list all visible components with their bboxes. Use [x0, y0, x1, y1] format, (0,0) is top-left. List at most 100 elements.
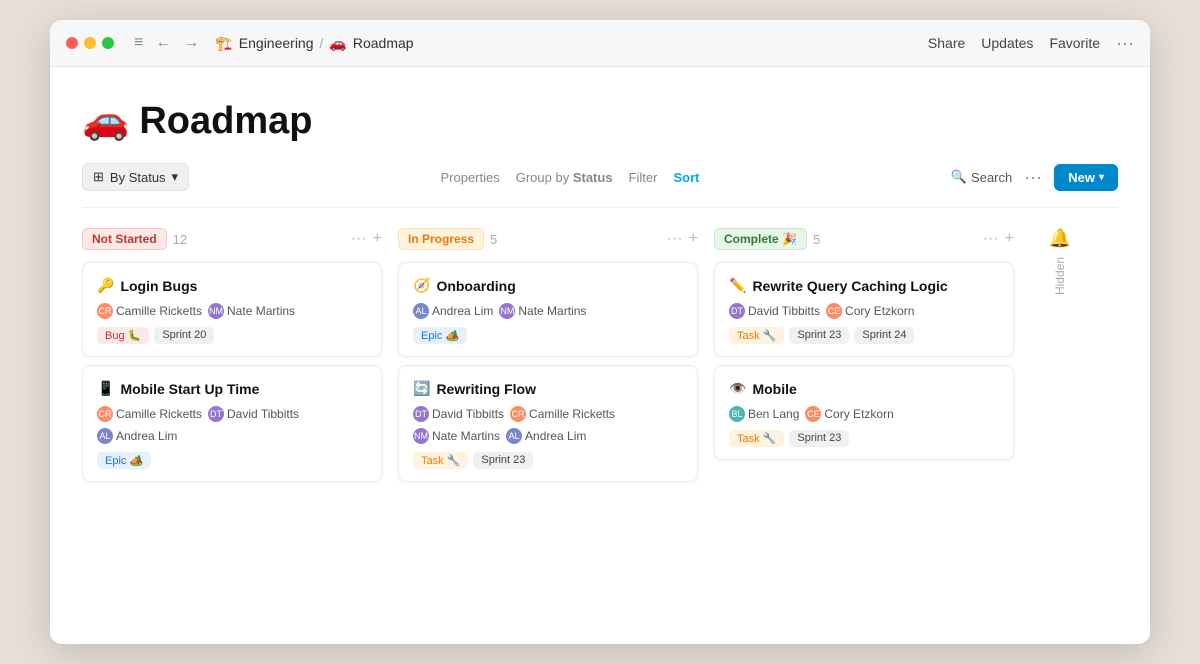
card-title-text: Mobile Start Up Time: [120, 381, 259, 397]
by-status-button[interactable]: ⊞ By Status ▾: [82, 163, 189, 191]
member-name: Nate Martins: [227, 304, 295, 318]
updates-button[interactable]: Updates: [981, 35, 1033, 51]
col-more-icon-complete[interactable]: ···: [983, 230, 999, 248]
search-area[interactable]: 🔍 Search: [951, 169, 1012, 185]
forward-button[interactable]: →: [179, 32, 203, 54]
card-icon: 🔄: [413, 380, 430, 397]
col-actions-in-progress[interactable]: ··· +: [667, 230, 698, 248]
maximize-button[interactable]: [102, 37, 114, 49]
card-member: CECory Etzkorn: [826, 303, 914, 319]
col-more-icon-not-started[interactable]: ···: [351, 230, 367, 248]
member-name: Ben Lang: [748, 407, 799, 421]
card-tag[interactable]: Epic 🏕️: [413, 327, 467, 344]
card-member: DTDavid Tibbitts: [208, 406, 299, 422]
new-label: New: [1068, 170, 1095, 185]
toolbar-more-button[interactable]: ···: [1020, 165, 1046, 190]
col-add-icon-in-progress[interactable]: +: [689, 230, 698, 248]
card-tag[interactable]: Task 🔧: [729, 327, 784, 344]
card-icon: ✏️: [729, 277, 746, 294]
card-member: CECory Etzkorn: [805, 406, 893, 422]
card-tags: Epic 🏕️: [413, 327, 683, 344]
card-tag[interactable]: Sprint 23: [789, 327, 849, 344]
member-name: Andrea Lim: [525, 429, 586, 443]
col-header-complete: Complete 🎉 5 ··· +: [714, 224, 1014, 254]
member-avatar: CR: [510, 406, 526, 422]
card-tag[interactable]: Task 🔧: [413, 452, 468, 469]
col-add-icon-not-started[interactable]: +: [373, 230, 382, 248]
col-count-not-started: 12: [173, 232, 187, 247]
card-member: ALAndrea Lim: [97, 428, 177, 444]
col-actions-complete[interactable]: ··· +: [983, 230, 1014, 248]
card-tag[interactable]: Bug 🐛: [97, 327, 149, 344]
task-card[interactable]: 👁️MobileBLBen LangCECory EtzkornTask 🔧Sp…: [714, 365, 1014, 460]
task-card[interactable]: 🔄 Rewriting Flow DTDavid TibbittsCRCamille…: [398, 365, 698, 482]
card-tag[interactable]: Task 🔧: [729, 430, 784, 447]
member-avatar: AL: [413, 303, 429, 319]
card-member: ALAndrea Lim: [413, 303, 493, 319]
column-not-started: Not Started 12 ··· + 🔑Login BugsCRCamill…: [82, 224, 382, 624]
more-menu-button[interactable]: ···: [1116, 33, 1134, 54]
close-button[interactable]: [66, 37, 78, 49]
properties-button[interactable]: Properties: [440, 170, 499, 185]
card-title: ✏️Rewrite Query Caching Logic: [729, 277, 999, 294]
filter-button[interactable]: Filter: [629, 170, 658, 185]
member-avatar: CR: [97, 406, 113, 422]
new-button[interactable]: New ▾: [1054, 164, 1118, 191]
favorite-button[interactable]: Favorite: [1049, 35, 1100, 51]
breadcrumb-roadmap-icon: 🚗: [329, 35, 346, 52]
card-tag[interactable]: Sprint 20: [154, 327, 214, 344]
card-title-text: Onboarding: [436, 278, 515, 294]
titlebar-actions: Share Updates Favorite ···: [928, 33, 1134, 54]
card-tag[interactable]: Sprint 24: [854, 327, 914, 344]
chevron-down-icon: ▾: [172, 169, 179, 185]
page-title-text: Roadmap: [139, 100, 312, 143]
col-actions-not-started[interactable]: ··· +: [351, 230, 382, 248]
card-tags: Bug 🐛 Sprint 20: [97, 327, 367, 344]
col-status-badge-in-progress[interactable]: In Progress: [398, 228, 484, 250]
breadcrumb-engineering[interactable]: Engineering: [239, 35, 314, 51]
breadcrumb-roadmap[interactable]: Roadmap: [353, 35, 414, 51]
col-status-badge-complete[interactable]: Complete 🎉: [714, 228, 807, 250]
member-name: Camille Ricketts: [529, 407, 615, 421]
minimize-button[interactable]: [84, 37, 96, 49]
card-tag[interactable]: Epic 🏕️: [97, 452, 151, 469]
card-member: NMNate Martins: [413, 428, 500, 444]
board-icon: ⊞: [93, 169, 104, 185]
card-title: 🔑Login Bugs: [97, 277, 367, 294]
member-name: Nate Martins: [518, 304, 586, 318]
sort-button[interactable]: Sort: [673, 170, 699, 185]
titlebar: ≡ ← → 🏗️ Engineering / 🚗 Roadmap Share U…: [50, 20, 1150, 67]
member-avatar: CE: [805, 406, 821, 422]
card-members: BLBen LangCECory Etzkorn: [729, 406, 999, 422]
card-title: 🧭 Onboarding: [413, 277, 683, 294]
card-tags: Task 🔧 Sprint 23: [729, 430, 999, 447]
task-card[interactable]: 🔑Login BugsCRCamille RickettsNMNate Mart…: [82, 262, 382, 357]
card-member: NMNate Martins: [499, 303, 586, 319]
back-button[interactable]: ←: [151, 32, 175, 54]
card-icon: 🧭: [413, 277, 430, 294]
nav-buttons: ≡ ← →: [130, 32, 203, 54]
task-card[interactable]: ✏️Rewrite Query Caching LogicDTDavid Tib…: [714, 262, 1014, 357]
search-label[interactable]: Search: [971, 170, 1012, 185]
task-card[interactable]: 📱Mobile Start Up TimeCRCamille RickettsD…: [82, 365, 382, 482]
card-tag[interactable]: Sprint 23: [789, 430, 849, 447]
task-card[interactable]: 🧭 Onboarding ALAndrea Lim NMNate Martins Epi…: [398, 262, 698, 357]
member-avatar: NM: [499, 303, 515, 319]
column-complete: Complete 🎉 5 ··· + ✏️Rewrite Query Cachi…: [714, 224, 1014, 624]
member-name: Cory Etzkorn: [824, 407, 893, 421]
member-name: David Tibbitts: [227, 407, 299, 421]
hamburger-icon[interactable]: ≡: [130, 32, 147, 54]
card-members: DTDavid TibbittsCRCamille RickettsNMNate…: [413, 406, 683, 444]
col-more-icon-in-progress[interactable]: ···: [667, 230, 683, 248]
col-add-icon-complete[interactable]: +: [1005, 230, 1014, 248]
toolbar: ⊞ By Status ▾ Properties Group by Status…: [82, 163, 1118, 208]
member-avatar: CE: [826, 303, 842, 319]
col-status-badge-not-started[interactable]: Not Started: [82, 228, 167, 250]
share-button[interactable]: Share: [928, 35, 965, 51]
card-title-text: Rewriting Flow: [436, 381, 536, 397]
board: Not Started 12 ··· + 🔑Login BugsCRCamill…: [82, 224, 1118, 644]
card-tag[interactable]: Sprint 23: [473, 452, 533, 469]
card-member: CRCamille Ricketts: [510, 406, 615, 422]
col-header-in-progress: In Progress 5 ··· +: [398, 224, 698, 254]
member-avatar: NM: [208, 303, 224, 319]
